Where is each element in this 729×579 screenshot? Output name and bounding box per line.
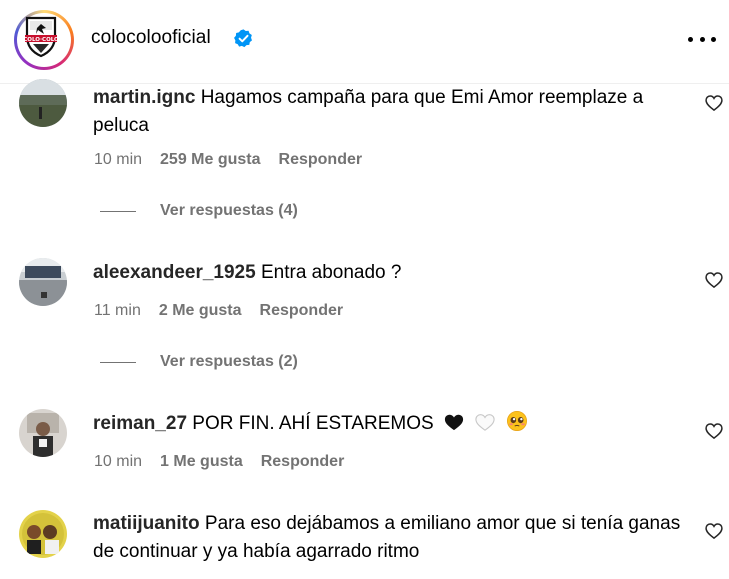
commenter-avatar[interactable] [19, 79, 67, 127]
comment-meta: 10 min 259 Me gusta Responder [94, 151, 362, 169]
comment-text-block: aleexandeer_1925 Entra abonado ? [93, 259, 688, 287]
post-header: COLO·COLO colocolooficial [0, 0, 729, 84]
comment-time[interactable]: 10 min [94, 151, 142, 169]
colo-colo-logo-icon: COLO·COLO [20, 16, 62, 58]
pleading-face-emoji-icon [506, 411, 527, 431]
like-heart-icon[interactable] [704, 421, 724, 441]
view-replies-label: Ver respuestas (2) [160, 353, 298, 370]
black-heart-emoji-icon [444, 414, 464, 431]
view-replies-label: Ver respuestas (4) [160, 202, 298, 219]
replies-divider-line [100, 361, 136, 363]
comment-likes[interactable]: 259 Me gusta [160, 151, 260, 169]
comment-username[interactable]: reiman_27 [93, 413, 187, 434]
reply-button[interactable]: Responder [279, 151, 363, 169]
more-options-icon[interactable] [688, 28, 716, 50]
view-replies-button[interactable]: Ver respuestas (4) [100, 202, 298, 220]
logo-lettering: COLO·COLO [23, 37, 59, 43]
comment-time[interactable]: 10 min [94, 453, 142, 471]
like-heart-icon[interactable] [704, 521, 724, 541]
dot [699, 36, 705, 42]
comment-username[interactable]: matiijuanito [93, 513, 200, 534]
profile-avatar-story-ring[interactable]: COLO·COLO [14, 10, 74, 70]
comment-text: Entra abonado ? [260, 262, 402, 283]
replies-divider-line [100, 210, 136, 212]
commenter-avatar[interactable] [19, 409, 67, 457]
like-heart-icon[interactable] [704, 93, 724, 113]
dot [711, 36, 716, 42]
comment-meta: 10 min 1 Me gusta Responder [94, 453, 344, 471]
like-heart-icon[interactable] [704, 270, 724, 290]
comment-username[interactable]: aleexandeer_1925 [93, 262, 256, 283]
comment-time[interactable]: 11 min [94, 302, 141, 320]
comment-username[interactable]: martin.ignc [93, 87, 195, 108]
comment-text-block: martin.ignc Hagamos campaña para que Emi… [93, 84, 688, 140]
reply-button[interactable]: Responder [261, 453, 345, 471]
post-author-username[interactable]: colocolooficial [91, 27, 211, 49]
comment-likes[interactable]: 1 Me gusta [160, 453, 243, 471]
comment-text-block: reiman_27 POR FIN. AHÍ ESTAREMOS [93, 410, 688, 438]
comment-text-block: matiijuanito Para eso dejábamos a emilia… [93, 510, 688, 566]
verified-badge-icon [234, 29, 252, 48]
reply-button[interactable]: Responder [260, 302, 344, 320]
commenter-avatar[interactable] [19, 258, 67, 306]
dot [688, 36, 693, 42]
white-heart-emoji-icon [475, 414, 495, 431]
comment-meta: 11 min 2 Me gusta Responder [94, 302, 343, 320]
comment-likes[interactable]: 2 Me gusta [159, 302, 242, 320]
commenter-avatar[interactable] [19, 510, 67, 558]
view-replies-button[interactable]: Ver respuestas (2) [100, 353, 298, 371]
comment-text: POR FIN. AHÍ ESTAREMOS [192, 413, 434, 434]
